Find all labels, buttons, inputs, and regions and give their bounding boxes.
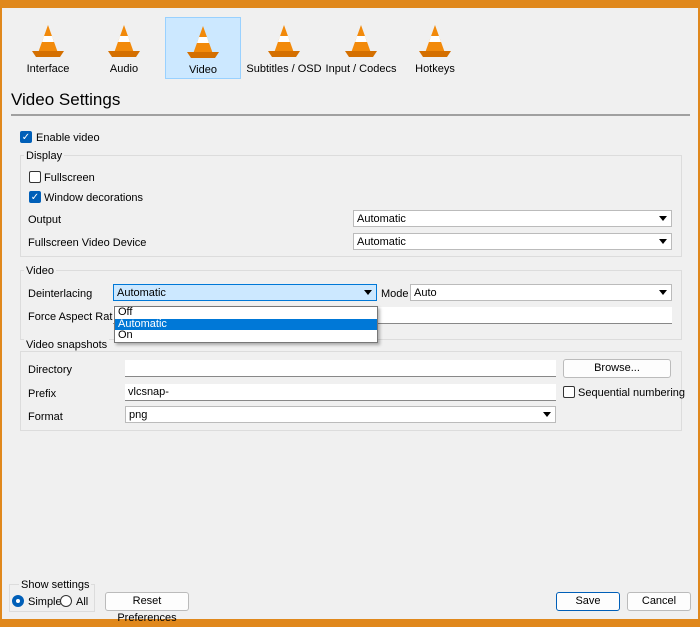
reset-preferences-button[interactable]: Reset Preferences [105,592,189,624]
tab-label: Audio [109,63,139,75]
tab-label: Interface [26,63,70,75]
mode-select[interactable]: Auto [410,284,672,301]
snapshots-group-title: Video snapshots [24,339,110,351]
deinterlacing-dropdown: Off Automatic On [114,306,378,343]
window-decorations-checkbox[interactable]: ✓ [29,191,41,203]
audio-cone-icon [108,25,140,57]
display-group-title: Display [24,150,65,162]
window-decorations-label: Window decorations [44,192,144,204]
format-label: Format [28,411,63,423]
fullscreen-checkbox[interactable] [29,171,41,183]
prefix-label: Prefix [28,388,57,400]
hotkeys-cone-icon [419,25,451,57]
directory-label: Directory [28,364,73,376]
enable-video-checkbox[interactable]: ✓ [20,131,32,143]
sequential-numbering-checkbox[interactable] [563,386,575,398]
input-cone-icon [345,25,377,57]
tab-label: Hotkeys [415,63,455,75]
chevron-down-icon [659,216,667,221]
fullscreen-device-label: Fullscreen Video Device [28,237,147,249]
tab-interface[interactable]: Interface [10,17,86,79]
mode-label: Mode [381,288,409,300]
all-radio[interactable] [60,595,72,607]
tab-input-codecs[interactable]: Input / Codecs [323,17,399,79]
tab-video[interactable]: Video [165,17,241,79]
save-button[interactable]: Save [556,592,620,611]
subtitles-cone-icon [268,25,300,57]
output-label: Output [28,214,62,226]
cancel-button[interactable]: Cancel [627,592,691,611]
directory-input[interactable] [125,360,556,377]
chevron-down-icon [659,290,667,295]
fullscreen-device-select[interactable]: Automatic [353,233,672,250]
output-select[interactable]: Automatic [353,210,672,227]
sequential-numbering-label: Sequential numbering [578,387,686,399]
preferences-window: Interface Audio Video Subtitles / OSD Input … [2,8,698,624]
tab-hotkeys[interactable]: Hotkeys [397,17,473,79]
chevron-down-icon [543,412,551,417]
dropdown-option[interactable]: Automatic [115,318,377,330]
simple-label: Simple [28,596,62,608]
chevron-down-icon [364,290,372,295]
video-group-title: Video [24,265,56,277]
video-cone-icon [187,26,219,58]
dropdown-option[interactable]: Off [115,307,377,319]
chevron-down-icon [659,239,667,244]
aspect-ratio-label: Force Aspect Ratio [28,311,121,323]
browse-button[interactable]: Browse... [563,359,671,378]
enable-video-label: Enable video [36,132,100,144]
tab-subtitles-osd[interactable]: Subtitles / OSD [246,17,322,79]
prefix-input[interactable]: vlcsnap- [125,384,556,401]
simple-radio[interactable] [12,595,24,607]
divider [11,114,690,116]
page-title: Video Settings [11,90,121,109]
deinterlacing-select[interactable]: Automatic [113,284,377,301]
interface-cone-icon [32,25,64,57]
tab-label: Input / Codecs [325,63,397,75]
show-settings-title: Show settings [19,579,92,591]
all-label: All [76,596,89,608]
dropdown-option[interactable]: On [115,330,377,342]
tab-label: Video [189,64,217,76]
fullscreen-label: Fullscreen [44,172,95,184]
tab-audio[interactable]: Audio [86,17,162,79]
tab-label: Subtitles / OSD [246,63,322,75]
deinterlacing-label: Deinterlacing [28,288,93,300]
format-select[interactable]: png [125,406,556,423]
